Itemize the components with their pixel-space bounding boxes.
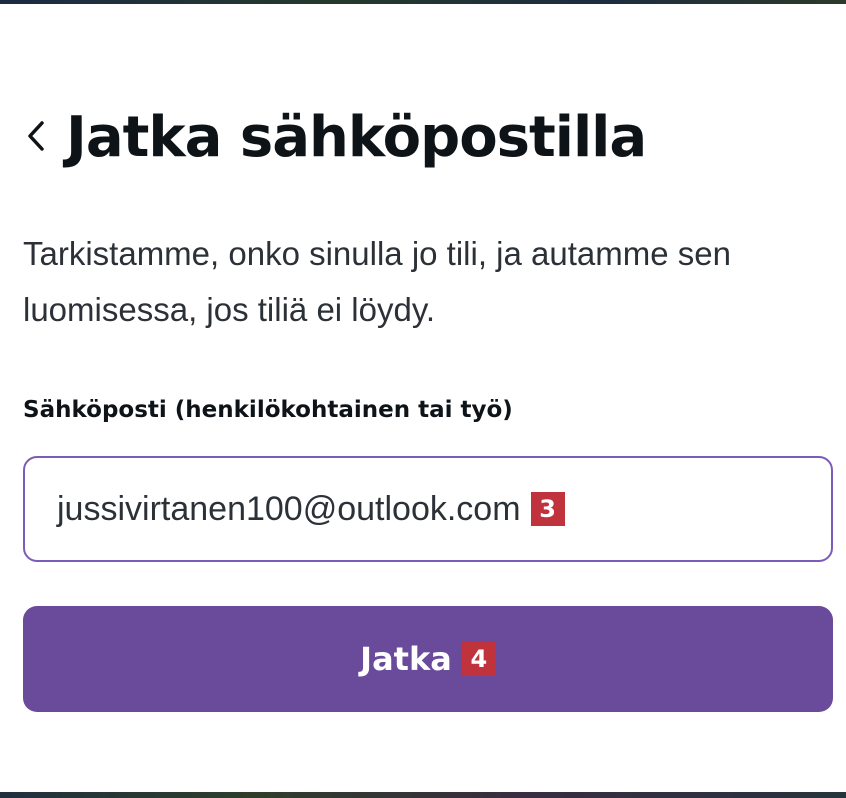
continue-button[interactable]: Jatka 4 [23, 606, 833, 712]
email-field-value[interactable]: jussivirtanen100@outlook.com [57, 490, 521, 529]
element-marker-badge: 4 [461, 642, 496, 676]
email-field[interactable]: jussivirtanen100@outlook.com 3 [23, 456, 833, 562]
page-title: Jatka sähköpostilla [66, 105, 647, 170]
element-marker-badge: 3 [530, 492, 565, 526]
email-field-label: Sähköposti (henkilökohtainen tai työ) [23, 397, 513, 423]
email-login-dialog: Jatka sähköpostilla Tarkistamme, onko si… [0, 4, 846, 792]
description-text: Tarkistamme, onko sinulla jo tili, ja au… [23, 235, 731, 328]
chevron-left-icon [28, 121, 44, 151]
continue-button-label: Jatka [360, 640, 452, 678]
back-button[interactable] [20, 116, 52, 156]
